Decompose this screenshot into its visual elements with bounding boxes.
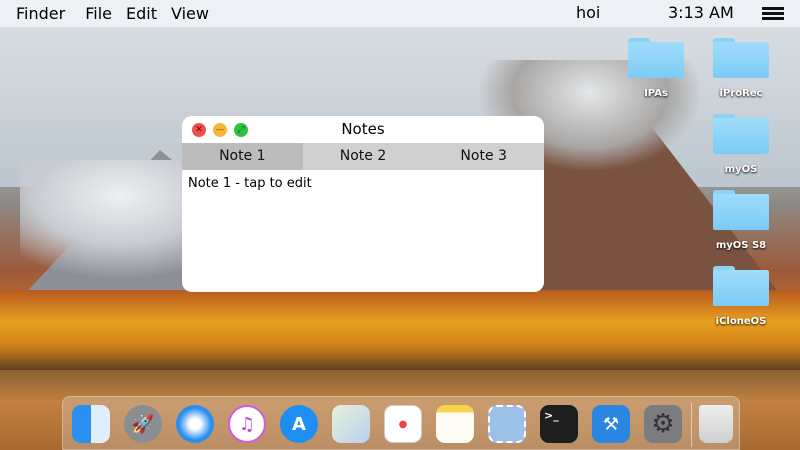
reminders-icon[interactable]: ● [384, 405, 422, 443]
folder-icon[interactable] [628, 38, 684, 78]
system-preferences-icon[interactable]: ⚙ [644, 405, 682, 443]
tab-note-2[interactable]: Note 2 [303, 143, 424, 170]
close-button[interactable]: ✕ [192, 123, 206, 137]
folder-icon[interactable] [713, 114, 769, 154]
wallpaper-foliage [0, 290, 800, 370]
folder-label[interactable]: myOS S8 [696, 240, 786, 251]
title-bar[interactable]: ✕ — ⤢ Notes [182, 116, 544, 143]
folder-icon[interactable] [713, 190, 769, 230]
folder-label[interactable]: IPAs [611, 88, 701, 99]
trash-icon[interactable] [699, 405, 733, 443]
notes-window: ✕ — ⤢ Notes Note 1 Note 2 Note 3 Note 1 … [182, 116, 544, 292]
minimize-button[interactable]: — [213, 123, 227, 137]
tab-note-1[interactable]: Note 1 [182, 143, 303, 170]
folder-label[interactable]: iCloneOS [696, 316, 786, 327]
menu-file[interactable]: File [85, 4, 112, 23]
xcode-icon[interactable]: ⚒ [592, 405, 630, 443]
notes-icon[interactable] [436, 405, 474, 443]
zoom-button[interactable]: ⤢ [234, 123, 248, 137]
launchpad-icon[interactable]: 🚀 [124, 405, 162, 443]
safari-icon[interactable] [176, 405, 214, 443]
tab-note-3[interactable]: Note 3 [423, 143, 544, 170]
finder-icon[interactable] [72, 405, 110, 443]
note-tabs: Note 1 Note 2 Note 3 [182, 143, 544, 170]
folder-label[interactable]: iProRec [696, 88, 786, 99]
dock-separator [691, 403, 692, 447]
window-title: Notes [341, 120, 385, 138]
menu-edit[interactable]: Edit [126, 4, 157, 23]
mail-icon[interactable] [488, 405, 526, 443]
folder-icon[interactable] [713, 266, 769, 306]
user-name[interactable]: hoi [576, 3, 600, 22]
menu-bar: Finder File Edit View hoi 3:13 AM [0, 0, 800, 27]
dock: 🚀 ♫ A ● >_ ⚒ ⚙ [62, 396, 740, 450]
menu-list-icon[interactable] [762, 7, 784, 21]
maps-icon[interactable] [332, 405, 370, 443]
menu-app-finder[interactable]: Finder [16, 4, 65, 23]
itunes-icon[interactable]: ♫ [228, 405, 266, 443]
app-store-icon[interactable]: A [280, 405, 318, 443]
folder-icon[interactable] [713, 38, 769, 78]
clock[interactable]: 3:13 AM [668, 3, 734, 22]
folder-label[interactable]: myOS [696, 164, 786, 175]
menu-view[interactable]: View [171, 4, 209, 23]
terminal-icon[interactable]: >_ [540, 405, 578, 443]
note-content[interactable]: Note 1 - tap to edit [182, 170, 544, 197]
